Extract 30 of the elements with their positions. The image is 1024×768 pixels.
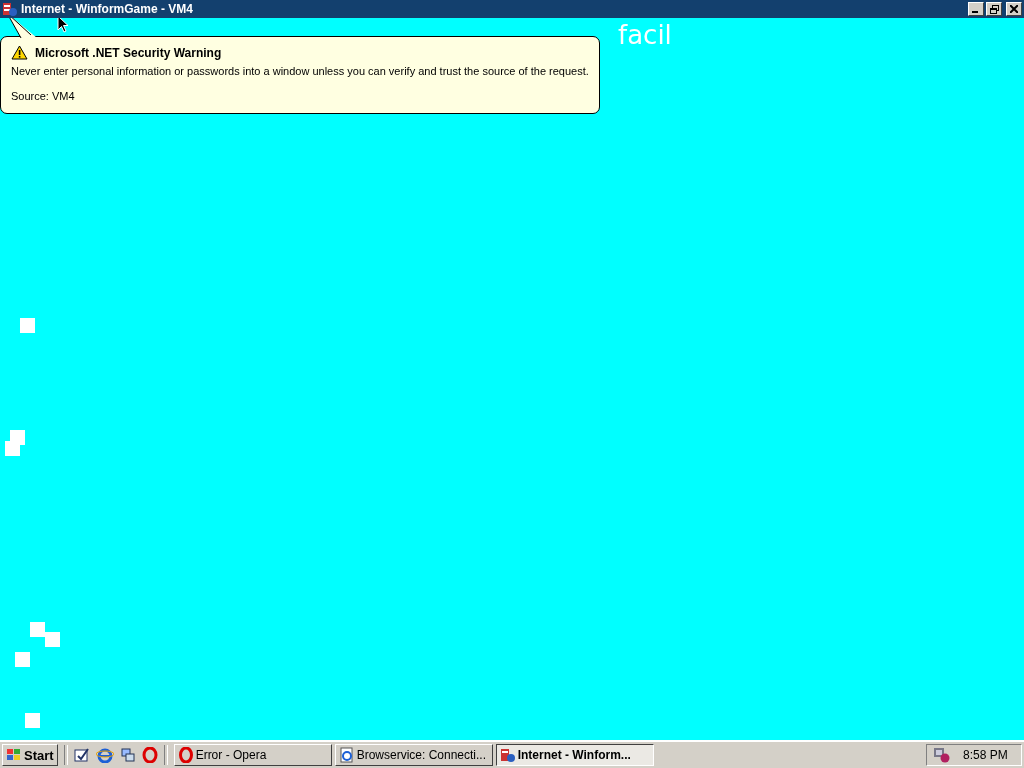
page-icon: [338, 747, 355, 763]
taskbar-button[interactable]: Internet - Winform...: [495, 744, 654, 766]
taskbar-button[interactable]: Error - Opera: [173, 744, 332, 766]
warning-icon: [11, 45, 28, 60]
balloon-title: Microsoft .NET Security Warning: [35, 45, 222, 60]
window-title: Internet - WinformGame - VM4: [21, 2, 193, 16]
restore-button[interactable]: [986, 2, 1002, 16]
tile: [20, 318, 35, 333]
tile: [45, 632, 60, 647]
app-icon: [2, 1, 18, 17]
minimize-button[interactable]: [968, 2, 984, 16]
opera-icon: [177, 747, 194, 763]
windows-logo-icon: [6, 748, 22, 762]
restore-icon: [989, 4, 999, 14]
clock: 8:58 PM: [963, 748, 1008, 762]
app-icon: [499, 747, 516, 763]
opera-icon[interactable]: [141, 747, 158, 763]
tile: [15, 652, 30, 667]
tile: [30, 622, 45, 637]
browser-icon[interactable]: [95, 747, 114, 763]
close-button[interactable]: [1006, 2, 1022, 16]
balloon-message: Never enter personal information or passwords into a window unless you can verify and trust the source of the request.: [11, 65, 589, 77]
close-icon: [1010, 5, 1018, 13]
cursor-icon: [57, 18, 69, 33]
tile: [5, 441, 20, 456]
start-button[interactable]: Start: [2, 744, 58, 766]
taskbar-button[interactable]: Browservice: Connecti...: [334, 744, 493, 766]
game-caption: facil: [618, 20, 672, 50]
balloon-source: Source: VM4: [11, 90, 75, 102]
tile: [25, 713, 40, 728]
